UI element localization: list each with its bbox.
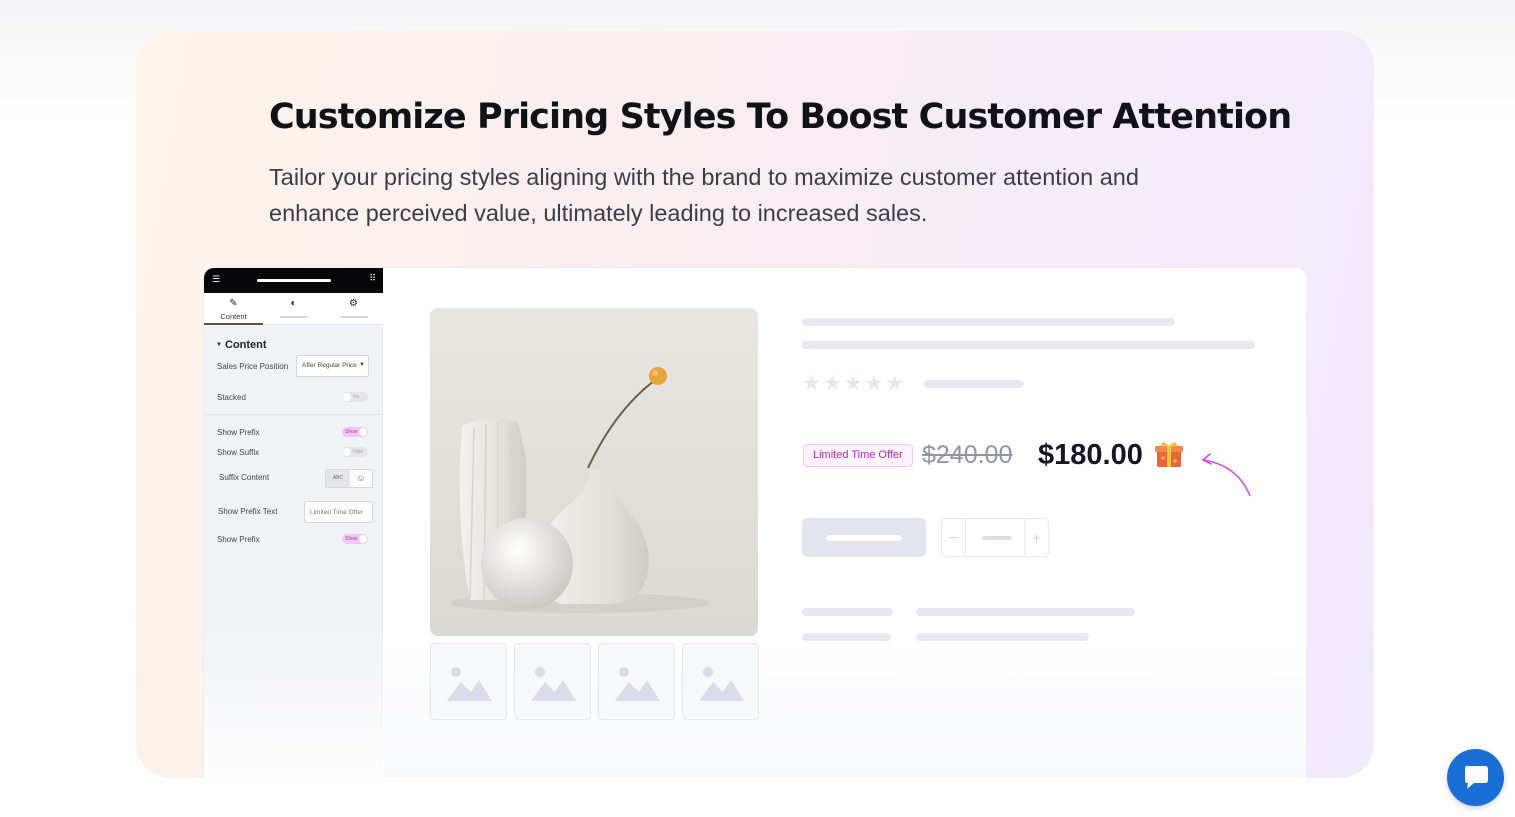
quantity-stepper: − +	[941, 518, 1049, 557]
product-thumbnail[interactable]	[430, 643, 507, 720]
content-section-header[interactable]: ▼ Content	[216, 339, 267, 351]
stacked-toggle[interactable]: No	[342, 392, 368, 402]
tab-content[interactable]: ✎ Content	[204, 293, 263, 325]
gift-icon	[1155, 442, 1183, 467]
pencil-icon: ✎	[229, 298, 238, 309]
stacked-toggle-text: No	[353, 394, 360, 400]
prefix-text-value: Limited Time Offer	[310, 509, 363, 516]
tab-advanced[interactable]: ⚙	[324, 293, 383, 325]
editor-tabs: ✎ Content ◐ ⚙	[204, 293, 383, 325]
show-suffix-toggle-text: Hide	[353, 449, 364, 455]
quantity-decrease-button[interactable]: −	[942, 519, 966, 556]
hero-subtitle: Tailor your pricing styles aligning with…	[269, 164, 1139, 226]
quantity-increase-button[interactable]: +	[1024, 519, 1048, 556]
meta-skeleton	[802, 608, 893, 616]
show-prefix-toggle-2[interactable]: Show	[342, 534, 368, 544]
sale-price: $180.00	[1038, 439, 1143, 471]
hamburger-menu-icon[interactable]: ☰	[212, 275, 220, 284]
panel-divider	[204, 414, 383, 415]
image-placeholder-icon	[447, 667, 492, 701]
show-prefix-text-label: Show Prefix Text	[218, 507, 278, 516]
chat-bubble-icon	[1465, 766, 1488, 789]
rating-stars: ★★★★★	[802, 372, 907, 395]
show-suffix-toggle[interactable]: Hide	[342, 447, 368, 457]
suffix-content-label: Suffix Content	[219, 473, 270, 482]
quantity-value-skeleton	[982, 536, 1012, 540]
title-skeleton	[802, 341, 1255, 349]
tab-underline	[340, 316, 368, 318]
panel-fade	[204, 628, 384, 778]
tab-underline	[204, 323, 263, 325]
limited-offer-badge: Limited Time Offer	[803, 444, 913, 467]
toggle-knob	[359, 428, 367, 436]
product-main-image[interactable]	[430, 308, 758, 636]
tab-underline	[280, 316, 308, 318]
prefix-text-input[interactable]: Limited Time Offer	[304, 501, 373, 523]
editor-panel: ☰ ⠿ ✎ Content ◐ ⚙ ▼ Content Sales Price …	[204, 268, 384, 778]
show-prefix-toggle-text: Show	[345, 429, 358, 435]
product-thumbnail[interactable]	[514, 643, 591, 720]
suffix-text-option[interactable]: ABC	[326, 470, 350, 487]
suffix-content-choice: ABC ☺	[325, 469, 373, 488]
product-thumbnail[interactable]	[598, 643, 675, 720]
toggle-knob	[343, 448, 351, 456]
chevron-down-icon: ▼	[359, 362, 365, 368]
gear-icon: ⚙	[349, 298, 358, 309]
sales-price-position-label: Sales Price Position	[217, 362, 289, 371]
toggle-knob	[359, 535, 367, 543]
page: Customize Pricing Styles To Boost Custom…	[0, 0, 1515, 817]
show-prefix-toggle-2-text: Show	[345, 536, 358, 542]
editor-topbar: ☰ ⠿	[204, 268, 383, 293]
product-page-mockup: ☰ ⠿ ✎ Content ◐ ⚙ ▼ Content Sales Price …	[204, 268, 1306, 778]
toggle-knob	[343, 393, 351, 401]
rating-skeleton	[924, 380, 1024, 388]
tab-style[interactable]: ◐	[264, 293, 323, 325]
hero-title: Customize Pricing Styles To Boost Custom…	[269, 97, 1292, 137]
show-prefix-label-2: Show Prefix	[217, 535, 260, 544]
add-to-cart-button[interactable]	[802, 518, 926, 557]
stacked-label: Stacked	[217, 393, 246, 402]
hero-card: Customize Pricing Styles To Boost Custom…	[136, 31, 1374, 778]
image-placeholder-icon	[615, 667, 660, 701]
show-suffix-label: Show Suffix	[217, 448, 260, 457]
show-prefix-toggle[interactable]: Show	[342, 427, 368, 437]
image-placeholder-icon	[531, 667, 576, 701]
content-section-title: Content	[225, 339, 267, 351]
pointer-arrow-icon	[1201, 453, 1251, 497]
caret-down-icon: ▼	[216, 342, 222, 348]
vases-illustration	[430, 308, 758, 636]
meta-skeleton	[916, 633, 1089, 641]
apps-grid-icon[interactable]: ⠿	[369, 274, 376, 283]
button-label-skeleton	[826, 535, 902, 541]
smiley-icon[interactable]: ☺	[350, 470, 372, 487]
meta-skeleton	[916, 608, 1135, 616]
title-skeleton	[802, 318, 1175, 326]
editor-title-placeholder	[257, 279, 331, 282]
meta-skeleton	[802, 633, 891, 641]
contrast-icon: ◐	[290, 298, 297, 309]
chat-launcher-button[interactable]	[1447, 749, 1504, 806]
sales-price-position-select[interactable]: After Regular Price ▼	[296, 355, 369, 377]
product-thumbnail[interactable]	[682, 643, 759, 720]
sales-price-position-value: After Regular Price	[302, 362, 357, 369]
regular-price: $240.00	[922, 441, 1013, 469]
image-placeholder-icon	[699, 667, 744, 701]
tab-content-label: Content	[220, 312, 247, 321]
show-prefix-label: Show Prefix	[217, 428, 260, 437]
